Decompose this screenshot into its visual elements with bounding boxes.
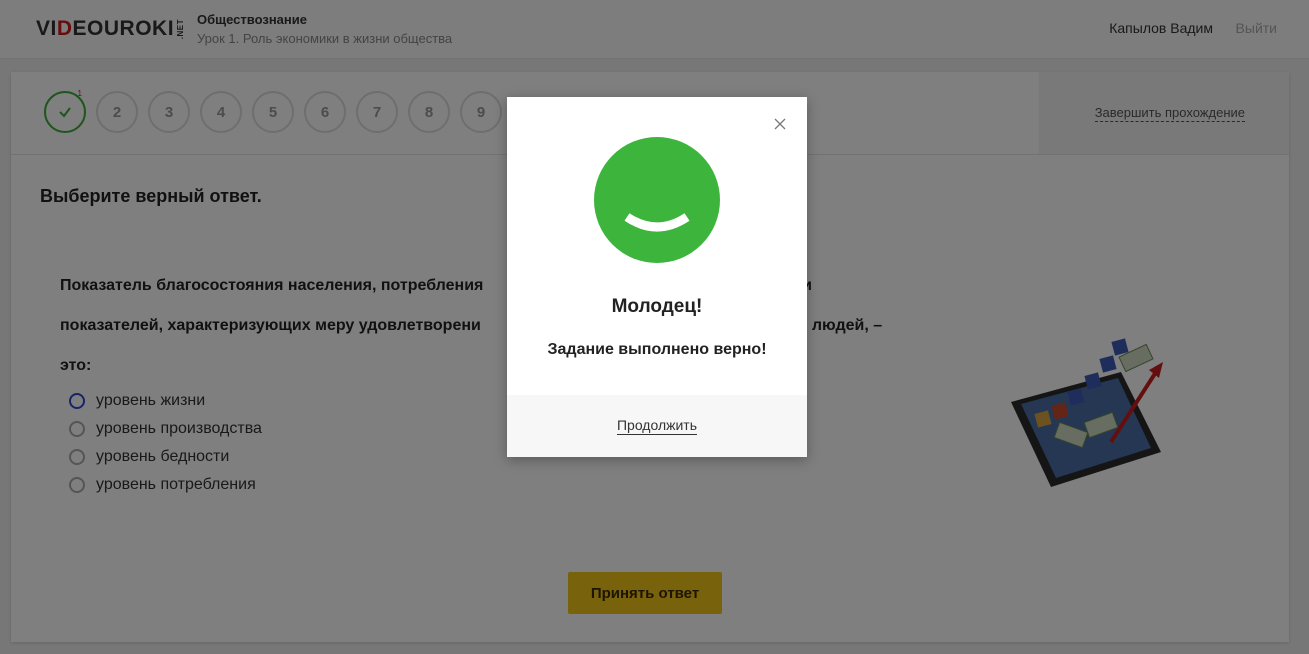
result-dialog: Молодец! Задание выполнено верно! Продол… [507, 97, 807, 457]
dialog-message: Задание выполнено верно! [547, 341, 767, 358]
smiley-icon [594, 137, 720, 263]
continue-link[interactable]: Продолжить [616, 417, 698, 435]
dialog-title: Молодец! [611, 296, 703, 317]
close-icon[interactable] [773, 117, 787, 131]
dialog-footer: Продолжить [507, 395, 807, 457]
